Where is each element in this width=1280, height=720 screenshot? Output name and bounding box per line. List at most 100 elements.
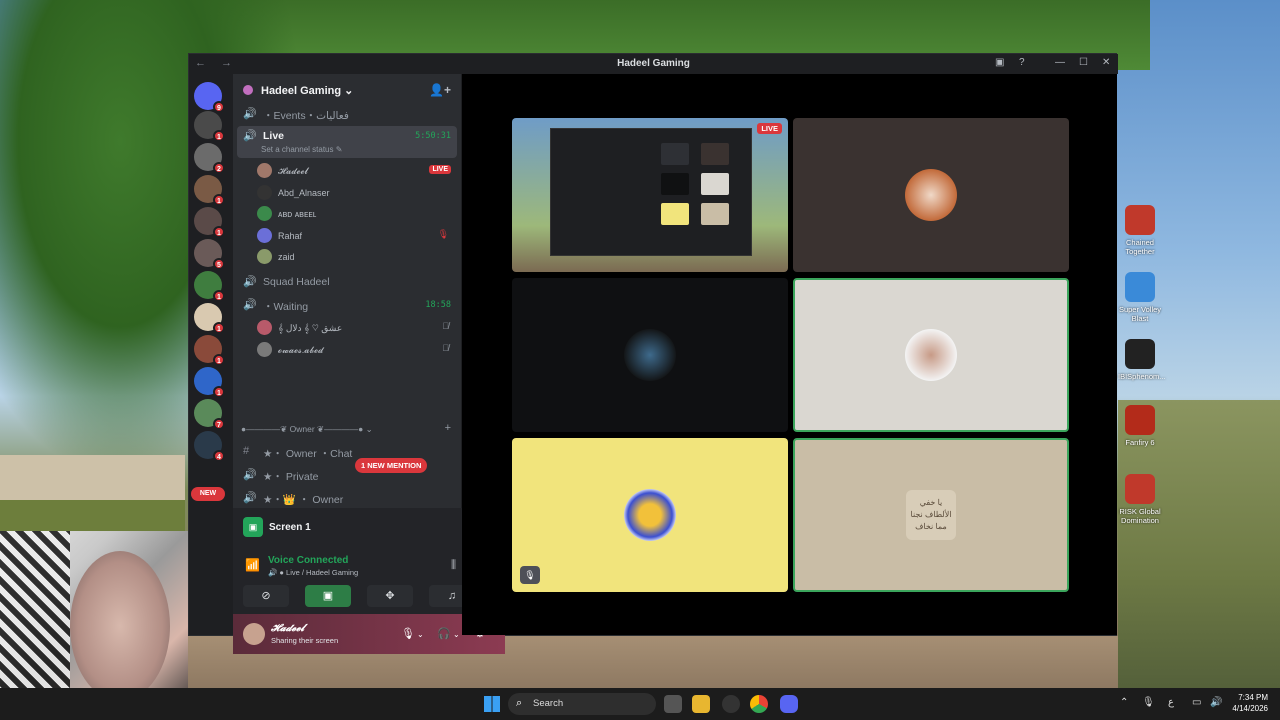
voice-user[interactable]: 𝄞 دلال 𝄞 ♡ عشق 🎙̸ xyxy=(257,317,457,337)
headphones-icon[interactable]: 🎧 xyxy=(437,627,451,640)
volume-icon[interactable]: 🔊 xyxy=(1210,697,1222,708)
screen-share-icon: ▣ xyxy=(243,517,263,537)
unread-badge: 1 xyxy=(213,130,225,142)
server-icon[interactable]: 1 xyxy=(194,175,225,206)
server-icon[interactable]: 1 xyxy=(194,207,225,238)
unread-badge: 4 xyxy=(213,450,225,462)
help-icon[interactable]: ? xyxy=(1019,57,1025,68)
server-icon[interactable]: 1 xyxy=(194,303,225,334)
shortcut-label: IBISphenom... xyxy=(1118,372,1166,381)
server-icon[interactable]: 1 xyxy=(194,271,225,302)
stream-preview xyxy=(550,128,752,256)
tray-overflow-icon[interactable]: ⌃ xyxy=(1120,697,1128,708)
clock-time: 7:34 PM xyxy=(1238,693,1268,702)
muted-mic-icon: 🎙̸ xyxy=(442,321,449,331)
user-name: 𝄞 دلال 𝄞 ♡ عشق xyxy=(278,323,343,333)
category-owner[interactable]: ●————❦ Owner ❦————● ⌄ + xyxy=(241,422,451,438)
task-view-icon[interactable] xyxy=(664,695,682,713)
desktop-shortcut[interactable]: Super Volley Blast xyxy=(1118,272,1162,323)
live-badge: LIVE xyxy=(757,123,782,134)
server-icon[interactable]: 1 xyxy=(194,335,225,366)
stage-channel-icon: 🔊 xyxy=(243,108,257,120)
channel-squad[interactable]: 🔊 Squad Hadeel xyxy=(237,272,457,292)
server-icon[interactable]: 7 xyxy=(194,399,225,430)
close-icon[interactable]: ✕ xyxy=(1102,57,1110,68)
avatar[interactable] xyxy=(243,623,265,645)
chevron-down-icon[interactable]: ⌄ xyxy=(453,630,460,639)
channel-status-hint[interactable]: Set a channel status ✎ xyxy=(261,145,342,154)
server-icon[interactable]: 2 xyxy=(194,143,225,174)
avatar xyxy=(905,169,957,221)
activities-button[interactable]: ✥ xyxy=(367,585,413,607)
avatar xyxy=(257,206,272,221)
video-tile-speaking[interactable]: يا خفي الألطاف نجنا مما نخاف xyxy=(793,438,1069,592)
discord-icon[interactable] xyxy=(780,695,798,713)
voice-user[interactable]: 𝓗𝓪𝓭𝓮𝓮𝓵 LIVE xyxy=(257,160,457,180)
desktop-shortcut[interactable]: Chained Together xyxy=(1118,205,1162,256)
channel-events[interactable]: 🔊 ・Events・فعاليات xyxy=(237,104,457,124)
unread-badge: 1 xyxy=(213,226,225,238)
camera-off-button[interactable]: ⊘ xyxy=(243,585,289,607)
unread-badge: 1 xyxy=(213,322,225,334)
muted-mic-icon: 🎙̸ xyxy=(442,342,449,353)
channel-live[interactable]: 🔊 Live 5:50:31 Set a channel status ✎ xyxy=(237,126,457,158)
voice-user[interactable]: zaid xyxy=(257,246,457,266)
voice-channel-icon: 🔊 xyxy=(243,469,257,481)
channel-name: Live xyxy=(263,130,285,142)
stream-tile-screen[interactable]: LIVE xyxy=(512,118,788,272)
app-icon xyxy=(1125,474,1155,504)
discord-window: ← → Hadeel Gaming ▣ ? — ☐ ✕ 9 1 2 1 1 5 1 1 1 1 7 4… xyxy=(188,53,1118,654)
chrome-icon[interactable] xyxy=(750,695,768,713)
server-icon[interactable]: 1 xyxy=(194,367,225,398)
desktop-shortcut[interactable]: RISK Global Domination xyxy=(1118,474,1162,525)
voice-user[interactable]: ᴀʙᴅ ᴀʙᴇᴇʟ xyxy=(257,203,457,223)
search-box[interactable]: ⌕ Search xyxy=(508,693,656,715)
title-bar: ← → Hadeel Gaming ▣ ? — ☐ ✕ xyxy=(189,54,1118,74)
app-icon[interactable] xyxy=(722,695,740,713)
guild-icon xyxy=(243,85,253,95)
avatar xyxy=(624,329,676,381)
connection-signal-icon[interactable]: 📶 xyxy=(245,558,260,572)
microphone-icon[interactable]: 🎙 xyxy=(1142,697,1155,708)
server-icon[interactable]: 1 xyxy=(194,111,225,142)
network-icon[interactable]: ▭ xyxy=(1192,697,1201,708)
add-member-icon[interactable]: 👤+ xyxy=(429,83,451,97)
chevron-down-icon[interactable]: ⌄ xyxy=(417,630,424,639)
file-explorer-icon[interactable] xyxy=(692,695,710,713)
video-tile-speaking[interactable] xyxy=(793,278,1069,432)
voice-channel-path[interactable]: 🔊 ● Live / Hadeel Gaming xyxy=(268,568,358,577)
user-name: zaid xyxy=(278,252,295,262)
voice-user[interactable]: Rahaf 🎙 xyxy=(257,225,457,245)
video-tile[interactable]: 🎙 xyxy=(512,438,788,592)
muted-mic-icon: 🎙 xyxy=(437,228,449,239)
desktop-shortcut[interactable]: IBISphenom... xyxy=(1118,339,1166,381)
noise-suppression-icon[interactable]: ⫼ xyxy=(451,559,456,572)
channel-waiting[interactable]: 🔊 ・Waiting 18:58 xyxy=(237,295,457,315)
video-tile[interactable] xyxy=(512,278,788,432)
screen-share-button[interactable]: ▣ xyxy=(305,585,351,607)
server-icon[interactable]: 4 xyxy=(194,431,225,462)
voice-user[interactable]: 𝓸𝔀𝓪𝓮𝓼.𝓪𝓫𝓮𝓭 🎙̸ xyxy=(257,339,457,359)
desktop-shortcut[interactable]: Fanfiry 6 xyxy=(1118,405,1162,447)
microphone-icon[interactable]: 🎙 xyxy=(401,627,415,640)
guild-header[interactable]: Hadeel Gaming ⌄ 👤+ xyxy=(233,74,461,106)
clock[interactable]: 7:34 PM 4/14/2026 xyxy=(1232,692,1268,714)
server-icon[interactable]: 5 xyxy=(194,239,225,270)
shortcut-label: Chained Together xyxy=(1125,238,1155,256)
input-language[interactable]: ع xyxy=(1168,697,1174,708)
voice-connected-label[interactable]: Voice Connected xyxy=(268,555,348,566)
video-tile[interactable] xyxy=(793,118,1069,272)
user-name: Rahaf xyxy=(278,230,303,241)
new-unreads-pill[interactable]: NEW xyxy=(191,487,225,501)
inbox-icon[interactable]: ▣ xyxy=(995,57,1004,68)
voice-user[interactable]: Abd_Alnaser xyxy=(257,182,457,202)
channel-owner[interactable]: 🔊 ★・👑 ・ Owner xyxy=(237,488,457,508)
discord-home-icon[interactable]: 9 xyxy=(194,82,225,113)
minimize-icon[interactable]: — xyxy=(1055,57,1065,68)
new-mention-pill[interactable]: 1 NEW MENTION xyxy=(355,458,428,473)
channel-name: Squad Hadeel xyxy=(263,276,330,288)
create-channel-icon[interactable]: + xyxy=(445,422,451,434)
maximize-icon[interactable]: ☐ xyxy=(1079,57,1088,68)
windows-start-icon[interactable] xyxy=(484,696,500,712)
avatar xyxy=(257,227,272,243)
